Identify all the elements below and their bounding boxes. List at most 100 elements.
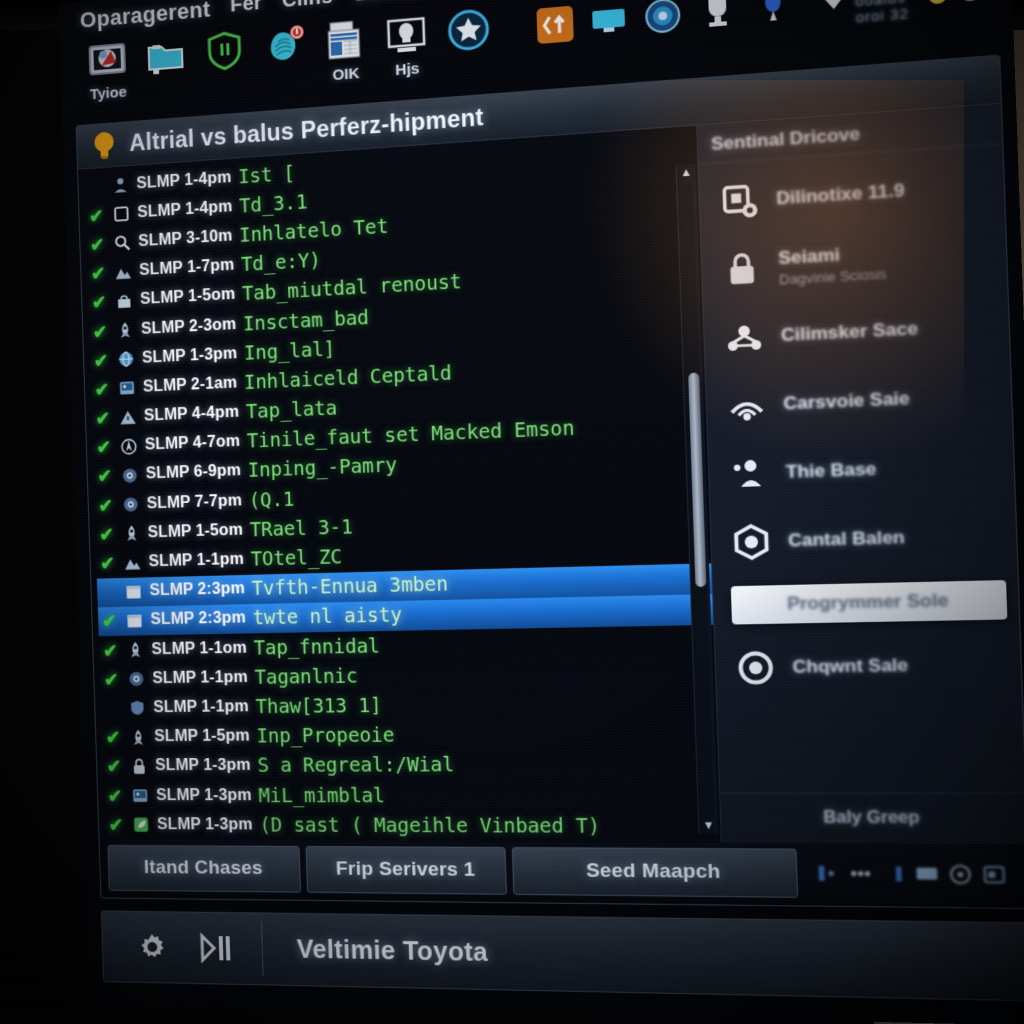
bar-left-icon[interactable] xyxy=(815,862,841,886)
bulb-icon xyxy=(90,130,118,162)
action-button-seed-maapch[interactable]: Seed Maapch xyxy=(511,847,799,898)
chevron-down-icon[interactable] xyxy=(821,0,847,16)
action-button-frip-serivers[interactable]: Frip Serivers 1 xyxy=(305,845,508,895)
row-text: S a Regreal:/Wial xyxy=(257,754,455,778)
bar-right-icon[interactable] xyxy=(881,862,907,886)
row-text: Ist [ xyxy=(237,161,296,189)
window-body: ✔ SLMP 1-4pmIst [✔ SLMP 1-4pmTd_3.1 ✔ SLMP 3… xyxy=(77,103,1024,845)
row-id: SLMP 1-3pm xyxy=(141,344,238,367)
scroll-down-arrow[interactable]: ▼ xyxy=(698,817,718,834)
check-icon: ✔ xyxy=(101,611,118,632)
row-text: Insctam_bad xyxy=(242,306,370,336)
sidebar-item-labels: Thie Base xyxy=(785,459,876,484)
rocket-icon xyxy=(121,523,141,544)
table-row[interactable]: ✔ SLMP 1-5pm Inp_Propeoie xyxy=(102,718,718,752)
sidebar-item-label: Cilimsker Sace xyxy=(780,318,919,346)
menu-item-clins[interactable]: Clins xyxy=(282,0,334,13)
sidebar-item-7[interactable]: Chqwnt Sale xyxy=(733,639,1010,692)
folder-icon xyxy=(142,30,188,80)
log-list[interactable]: ✔ SLMP 1-4pmIst [✔ SLMP 1-4pmTd_3.1 ✔ SLMP 3… xyxy=(78,126,721,843)
toolbar-button-folder[interactable] xyxy=(142,30,188,82)
toolbar-button-fingerprint[interactable] xyxy=(260,20,308,72)
toolbar-button-oik[interactable]: OIK xyxy=(321,15,370,85)
photo-icon xyxy=(117,378,137,399)
window-small-icon[interactable] xyxy=(981,863,1008,887)
bag-icon xyxy=(114,291,134,312)
monitor-icon xyxy=(382,10,431,61)
check-icon: ✔ xyxy=(95,408,111,429)
mountain-icon xyxy=(113,262,133,283)
arrow-exchange-icon[interactable] xyxy=(534,3,576,46)
antenna-icon xyxy=(724,383,770,427)
sidebar-item-5[interactable]: Cantal Balen xyxy=(728,510,1005,567)
photo-icon xyxy=(130,786,150,806)
check-icon: ✔ xyxy=(93,350,109,371)
disc-icon xyxy=(120,494,140,515)
table-row[interactable]: ✔ SLMP 1-3pm S a Regreal:/Wial xyxy=(102,749,718,781)
row-id: SLMP 2-3om xyxy=(140,315,237,338)
row-id: SLMP 1-5pm xyxy=(154,727,250,746)
circle-icon[interactable] xyxy=(947,862,973,886)
person-icon xyxy=(110,175,130,196)
trophy-icon[interactable] xyxy=(696,0,739,33)
menu-item-fer[interactable]: Fer xyxy=(230,0,263,18)
fingerprint-alert-icon xyxy=(260,20,308,70)
row-text: MiL_mimblal xyxy=(258,784,386,807)
action-button-itand-chases[interactable]: Itand Chases xyxy=(107,844,301,893)
right-sidebar: Sentinal Dricove Dilinotixe 11.9 Seiami Da… xyxy=(697,103,1024,845)
sidebar-item-6[interactable]: Progrymmer Sole xyxy=(730,580,1008,625)
sidebar-item-labels: Seiami Dagvinie Sciosis xyxy=(778,241,887,287)
toolbar-button-type[interactable]: Tyioe xyxy=(84,36,130,104)
scrollbar-thumb[interactable] xyxy=(687,372,706,588)
row-text: Inping_-Pamry xyxy=(247,454,398,483)
check-icon: ✔ xyxy=(88,205,104,227)
row-id: SLMP 1-3pm xyxy=(155,786,252,804)
play-pause-icon[interactable] xyxy=(198,931,233,966)
ellipsis-icon[interactable] xyxy=(848,862,874,886)
gear-icon[interactable] xyxy=(135,930,169,965)
yellow-dot-icon[interactable] xyxy=(926,0,950,7)
row-id: SLMP 7-7pm xyxy=(146,491,243,513)
gray-shield-icon[interactable] xyxy=(958,0,982,5)
sidebar-item-label: Chqwnt Sale xyxy=(792,654,909,678)
target-disc-icon[interactable] xyxy=(641,0,684,38)
sidebar-item-1[interactable]: Seiami Dagvinie Sciosis xyxy=(719,230,995,295)
check-icon: ✔ xyxy=(99,553,116,574)
row-text: Ing_lal] xyxy=(243,337,336,365)
toolbar-caption-hjs: Hjs xyxy=(395,59,420,80)
pin-icon[interactable] xyxy=(751,0,795,29)
row-id: SLMP 1-5om xyxy=(139,285,236,309)
row-text: TOtel_ZC xyxy=(250,546,343,571)
sidebar-item-2[interactable]: Cilimsker Sace xyxy=(721,300,997,363)
check-icon: ✔ xyxy=(89,234,105,256)
scroll-up-arrow[interactable]: ▲ xyxy=(676,164,696,182)
sidebar-item-4[interactable]: Thie Base xyxy=(726,440,1003,499)
sidebar-item-label: Dilinotixe 11.9 xyxy=(775,180,905,209)
row-text: Taganlnic xyxy=(254,664,358,689)
toolbar-button-shield[interactable] xyxy=(201,25,248,77)
red-flag-icon[interactable] xyxy=(991,0,1015,2)
sidebar-item-0[interactable]: Dilinotixe 11.9 xyxy=(717,160,993,227)
display-small-icon[interactable] xyxy=(914,862,940,886)
row-id: SLMP 1-3pm xyxy=(154,757,251,775)
toolbar-button-star[interactable] xyxy=(444,4,494,58)
shield-icon xyxy=(201,25,248,75)
display-icon[interactable] xyxy=(588,0,630,42)
sidebar-item-label: Thie Base xyxy=(785,458,877,483)
status-icon-group xyxy=(102,929,262,966)
row-text: Tap_lata xyxy=(245,397,338,424)
action-button-bar: Itand Chases Frip Serivers 1 Seed Maapch xyxy=(100,840,1024,908)
sidebar-item-3[interactable]: Carsvoie Saie xyxy=(724,370,1001,431)
row-id: SLMP 1-1pm xyxy=(152,668,248,687)
row-id: SLMP 2-1am xyxy=(142,374,238,396)
check-icon: ✔ xyxy=(107,785,123,806)
sidebar-item-list: Dilinotixe 11.9 Seiami Dagvinie Sciosis Cil… xyxy=(699,144,1024,793)
target-icon xyxy=(733,646,779,689)
table-row[interactable]: ✔ SLMP 1-3pm MiL_mimblal xyxy=(103,780,719,811)
table-row[interactable]: ✔ SLMP 1-3pm (D sast ( Mageihle Vinbaed T) xyxy=(104,810,720,842)
main-window-frame: Altrial vs balus Perferz-hipment ✔SLMP 1… xyxy=(75,54,1024,910)
toolbar-button-hjs[interactable]: Hjs xyxy=(382,10,432,81)
sidebar-item-labels: Progrymmer Sole xyxy=(787,590,949,615)
rocket-icon xyxy=(115,320,135,341)
sidebar-footer[interactable]: Baly Greep xyxy=(720,792,1024,845)
